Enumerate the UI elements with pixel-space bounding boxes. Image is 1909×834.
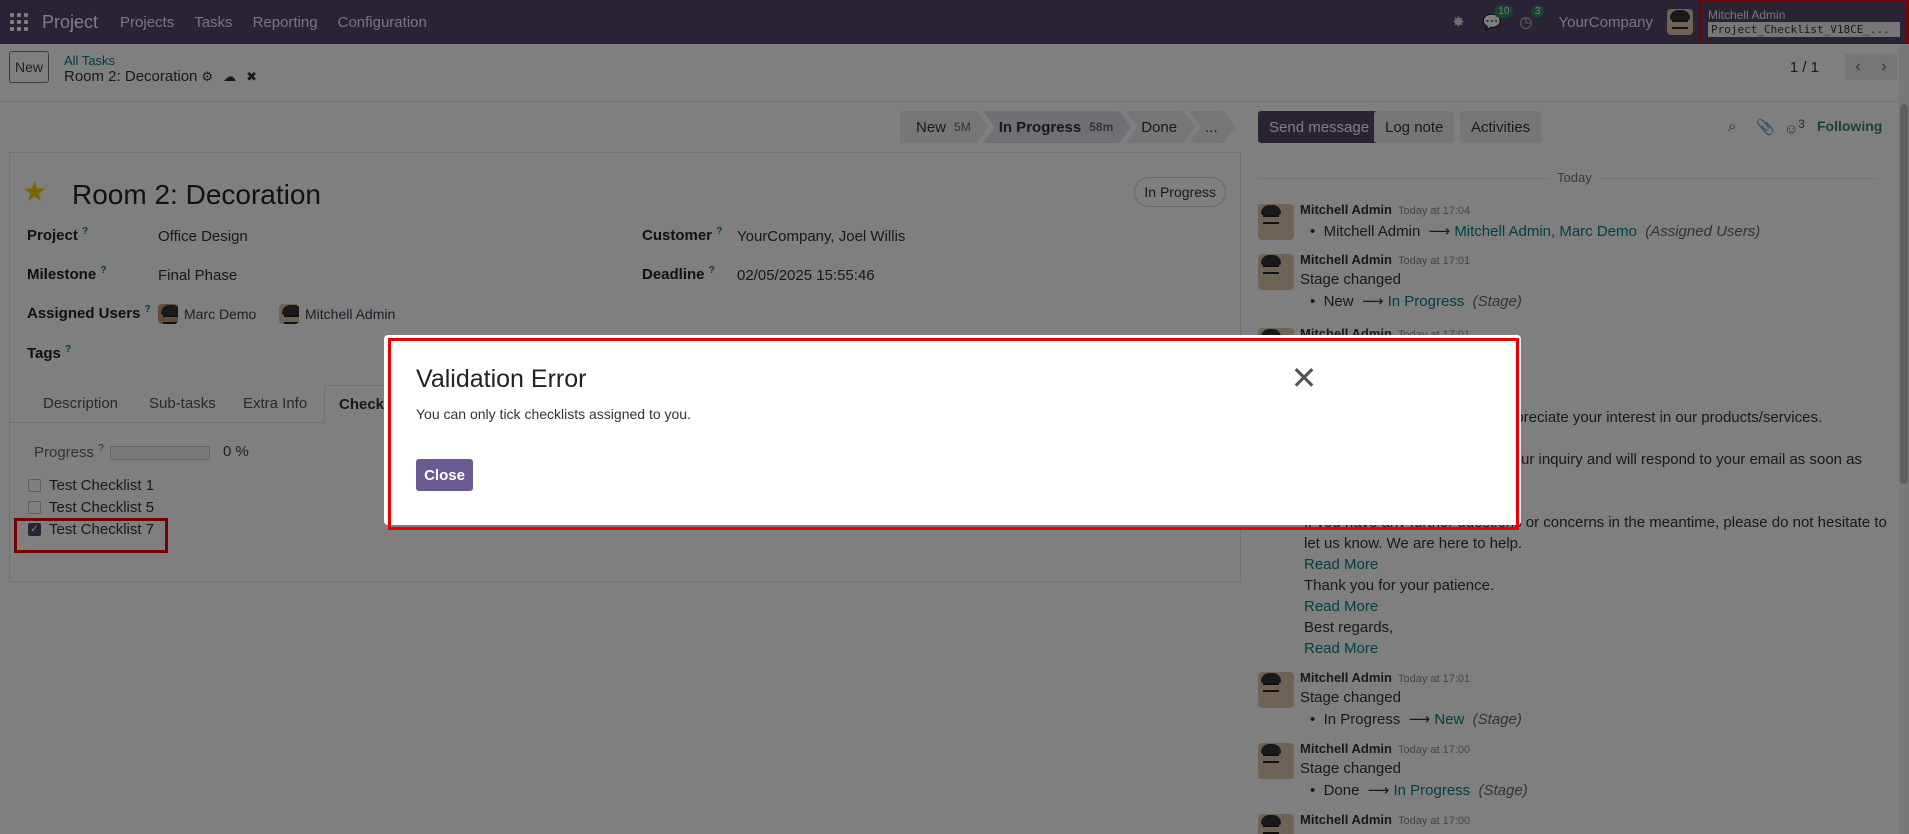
dialog-highlight <box>388 338 1519 530</box>
